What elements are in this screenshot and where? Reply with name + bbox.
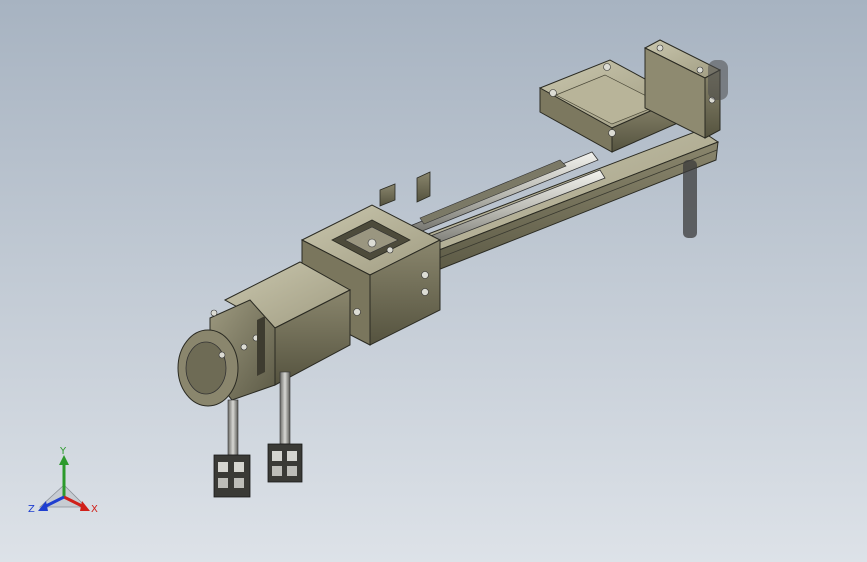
y-axis-label: Y <box>60 446 67 457</box>
orientation-triad[interactable]: Y X Z <box>20 445 110 525</box>
connector-plugs <box>213 443 303 498</box>
sensor-bracket <box>379 171 431 207</box>
x-axis-label: X <box>91 504 98 515</box>
z-axis-label: Z <box>28 504 35 515</box>
servo-motor <box>177 261 352 407</box>
actuator-model[interactable] <box>0 0 867 562</box>
cad-viewport[interactable]: Y X Z <box>0 0 867 562</box>
